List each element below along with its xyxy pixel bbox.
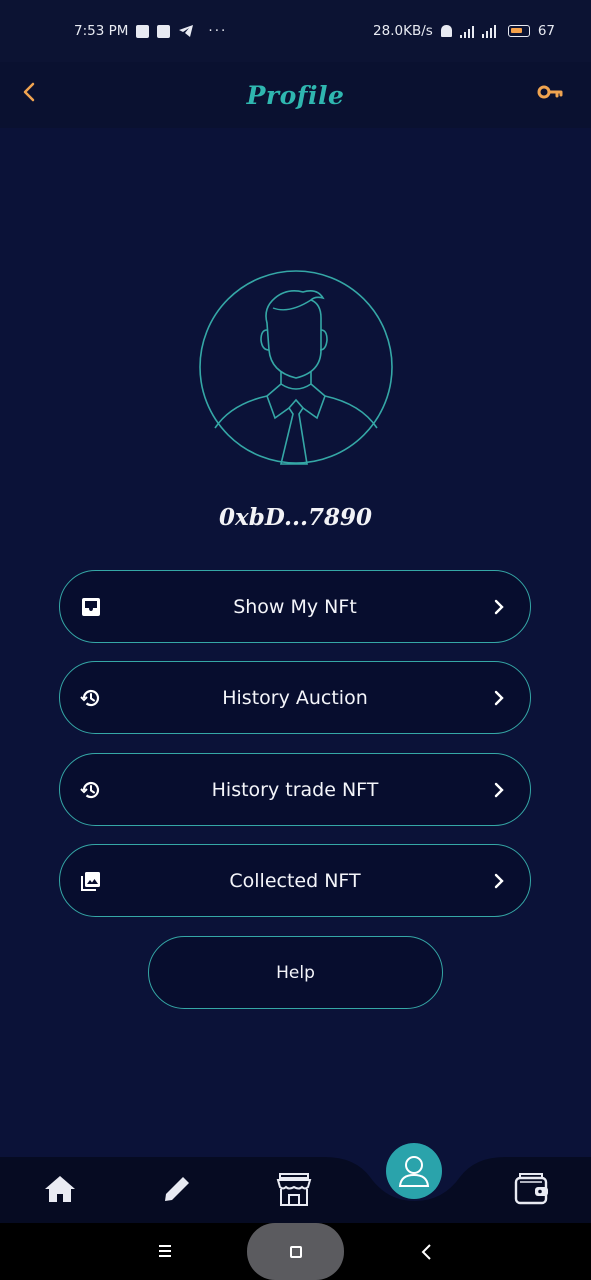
history-trade-nft-button[interactable]: History trade NFT bbox=[59, 753, 531, 826]
store-icon[interactable] bbox=[274, 1169, 314, 1209]
app-header: Profile bbox=[0, 62, 591, 128]
menu-label: History trade NFT bbox=[211, 778, 379, 801]
system-home-button[interactable] bbox=[247, 1223, 344, 1280]
wallet-icon[interactable] bbox=[511, 1169, 551, 1209]
help-button[interactable]: Help bbox=[148, 936, 443, 1009]
photo-library-icon bbox=[81, 872, 100, 891]
menu-label: Show My NFt bbox=[233, 595, 357, 618]
network-speed: 28.0KB/s bbox=[373, 23, 433, 39]
key-icon[interactable] bbox=[537, 80, 563, 104]
battery-level: 67 bbox=[537, 23, 555, 39]
chevron-right-icon bbox=[494, 599, 504, 615]
back-arrow-icon[interactable] bbox=[18, 80, 42, 104]
system-back-icon[interactable] bbox=[420, 1243, 434, 1261]
volte-icon bbox=[440, 25, 452, 37]
page-title: Profile bbox=[246, 80, 345, 110]
profile-nav-button[interactable] bbox=[386, 1143, 442, 1199]
more-notifications-icon: ··· bbox=[208, 23, 228, 39]
avatar bbox=[199, 270, 393, 465]
menu-label: Collected NFT bbox=[229, 869, 361, 892]
bottom-nav bbox=[0, 1151, 591, 1223]
square-icon bbox=[289, 1245, 302, 1258]
show-my-nft-button[interactable]: Show My NFt bbox=[59, 570, 531, 643]
inbox-icon bbox=[82, 598, 100, 616]
status-right: 28.0KB/s 67 bbox=[373, 23, 555, 39]
collected-nft-button[interactable]: Collected NFT bbox=[59, 844, 531, 917]
home-icon[interactable] bbox=[40, 1169, 80, 1209]
wallet-address: 0xbD...7890 bbox=[219, 504, 372, 531]
system-nav-bar bbox=[0, 1223, 591, 1280]
history-icon bbox=[80, 689, 100, 707]
notification-news-icon bbox=[136, 24, 150, 38]
battery-icon bbox=[507, 25, 530, 37]
chevron-right-icon bbox=[494, 690, 504, 706]
signal-2-icon bbox=[481, 24, 496, 38]
notification-upload-icon bbox=[157, 24, 171, 38]
history-icon bbox=[80, 781, 100, 799]
recent-apps-icon[interactable] bbox=[157, 1243, 173, 1259]
menu-label: History Auction bbox=[222, 686, 368, 709]
history-auction-button[interactable]: History Auction bbox=[59, 661, 531, 734]
edit-icon[interactable] bbox=[157, 1169, 197, 1209]
help-label: Help bbox=[276, 962, 315, 983]
status-bar: 7:53 PM ··· 28.0KB/s 67 bbox=[0, 0, 591, 62]
chevron-right-icon bbox=[494, 873, 504, 889]
profile-icon bbox=[398, 1156, 430, 1187]
telegram-icon bbox=[179, 25, 194, 37]
signal-icon bbox=[459, 25, 474, 38]
chevron-right-icon bbox=[494, 782, 504, 798]
status-left: 7:53 PM ··· bbox=[74, 23, 227, 39]
status-time: 7:53 PM bbox=[74, 23, 129, 39]
